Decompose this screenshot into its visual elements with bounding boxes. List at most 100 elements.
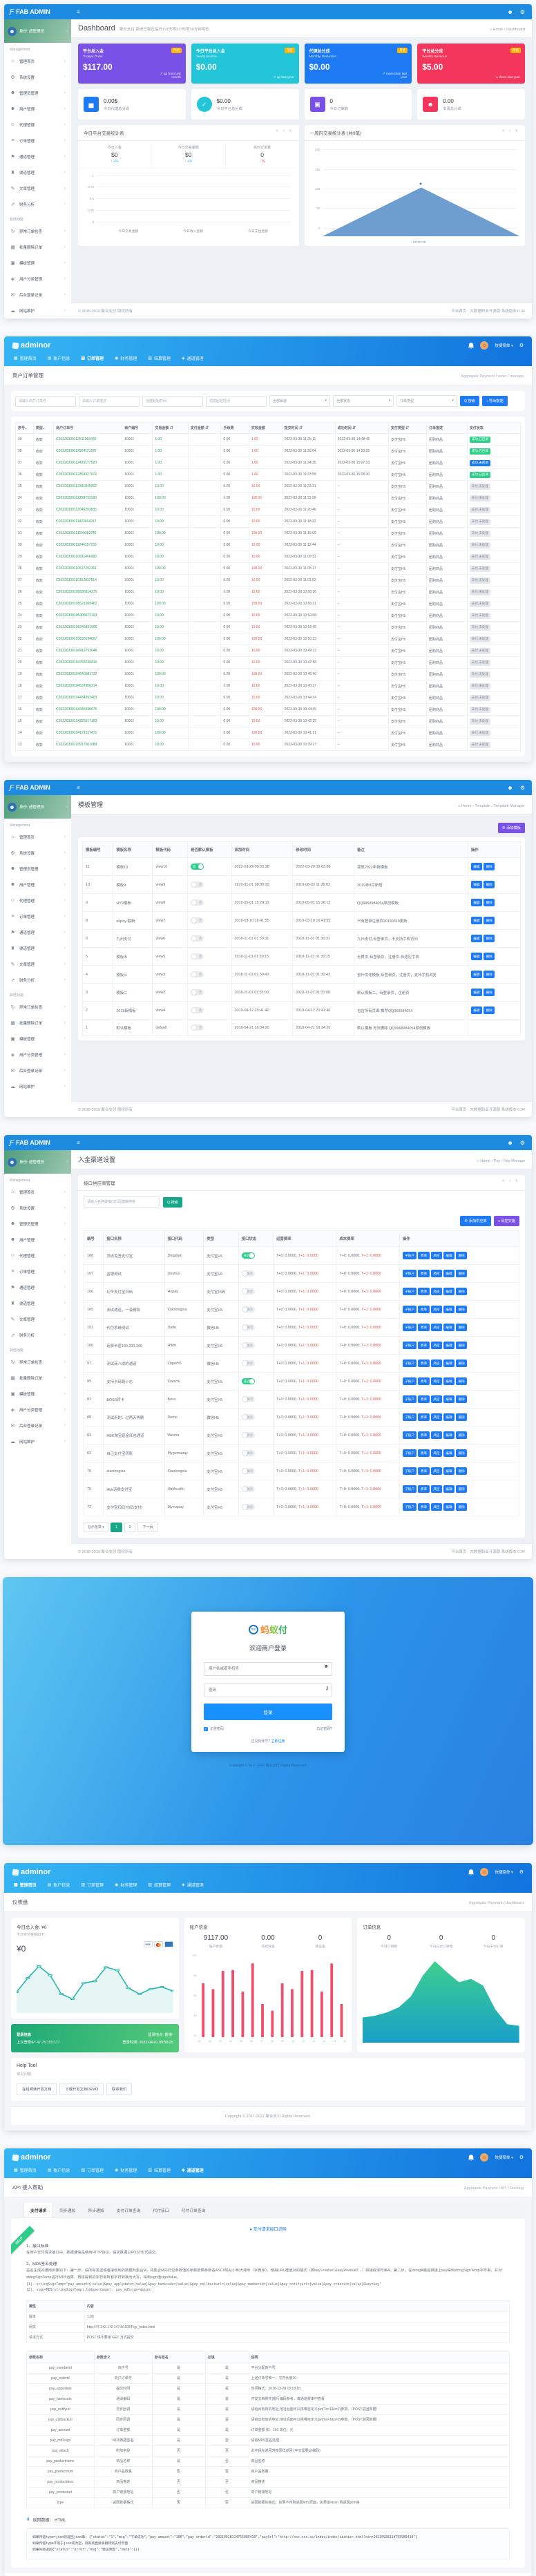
default-toggle[interactable]: 否 [191,1024,204,1031]
sidebar-item-渠道管理[interactable]: ♜渠道管理› [4,1295,71,1311]
default-toggle[interactable]: 否 [191,971,204,977]
nav-item-订单管理[interactable]: ▧订单管理 [81,355,104,361]
order-id[interactable]: C20220330110931466083 [54,551,122,563]
hamburger-icon[interactable]: ≡ [71,785,86,791]
sidebar-item-财务分析[interactable]: ⇗财务分析› [4,196,71,212]
bell-icon[interactable] [468,2155,474,2161]
sidebar-item-管理首页[interactable]: ⌂管理首页› [4,1184,71,1200]
panel-tools[interactable]: ✕ ˄ ✕ [502,1179,520,1186]
sidebar-item-管理首页[interactable]: ⌂管理首页› [4,53,71,69]
nav-item-结算管理[interactable]: ▥结算管理 [148,355,171,361]
status-toggle[interactable]: 关闭 [242,1324,255,1330]
default-toggle[interactable]: 否 [191,953,204,960]
edit-button[interactable]: 编辑 [471,953,482,960]
sidebar-item-代理管理[interactable]: ☺代理管理› [4,893,71,908]
status-toggle[interactable]: 关闭 [242,1342,255,1348]
order-id[interactable]: C20220330104121227471 [54,727,122,739]
action-button[interactable]: 子账户 [403,1431,417,1439]
panel-tools[interactable]: ✕ ˄ ✕ [276,129,294,136]
delete-button[interactable]: 删除 [456,1342,467,1349]
order-id[interactable]: C20220330104537906214 [54,680,122,692]
edit-button[interactable]: 编辑 [443,1377,454,1385]
sidebar-item-用户分类管理[interactable]: ◈用户分类管理› [4,271,71,287]
order-id[interactable]: C20220330105033194627 [54,633,122,645]
status-toggle[interactable]: 关闭 [242,1396,255,1402]
order-id[interactable]: C20220330104640581732 [54,669,122,680]
order-id[interactable]: C20220330112331845062 [54,481,122,493]
user-icon[interactable]: ☻ [507,1140,513,1146]
action-button[interactable]: 风控 [431,1324,442,1331]
action-button[interactable]: 子账户 [403,1449,417,1457]
nav-item-管理首页[interactable]: ▦管理首页 [14,355,37,361]
action-button[interactable]: 费率 [418,1252,429,1259]
status-toggle[interactable]: 开启 [242,1252,255,1259]
column-header[interactable]: 类型.. [33,423,53,434]
help-button[interactable]: 联系我们 [106,2083,132,2095]
sidebar-item-代理管理[interactable]: ☺代理管理› [4,1248,71,1263]
nav-item-通道管理[interactable]: ◈通道管理 [182,2167,204,2173]
column-header[interactable]: 手续费 [221,423,249,434]
status-toggle[interactable]: 关闭 [242,1306,255,1313]
order-id[interactable]: C20220330104912753048 [54,645,122,657]
sidebar-user-panel[interactable]: ☻身份: 超管理员› [4,1150,71,1174]
column-header[interactable]: 模板代码 [153,842,188,858]
nav-item-通道管理[interactable]: ◈通道管理 [182,355,204,361]
sidebar-item-系统设置[interactable]: ⚙系统设置› [4,69,71,85]
filter-select[interactable]: 订单类型▾ [396,395,457,407]
column-header[interactable]: 备注 [354,842,468,858]
edit-button[interactable]: 编辑 [443,1503,454,1511]
action-button[interactable]: 费率 [418,1503,429,1511]
gear-icon[interactable]: ⚙ [519,1869,524,1875]
order-id[interactable]: C20220330110517292361 [54,563,122,575]
sidebar-item-系统设置[interactable]: ⚙系统设置› [4,845,71,861]
action-button[interactable]: 费率 [418,1449,429,1457]
edit-button[interactable]: 编辑 [471,863,482,870]
sidebar-item-渠道管理[interactable]: ♜渠道管理› [4,940,71,956]
hamburger-icon[interactable]: ≡ [71,1140,86,1146]
action-button[interactable]: 子账户 [403,1359,417,1367]
order-id[interactable]: C20220330103917501089 [54,739,122,751]
action-button[interactable]: 费率 [418,1359,429,1367]
nav-item-财务管理[interactable]: ◉财务管理 [115,1882,137,1888]
action-button[interactable]: 费率 [418,1485,429,1493]
order-id[interactable]: C20220330105621308462 [54,598,122,610]
delete-button[interactable]: 删除 [456,1324,467,1331]
help-button[interactable]: 在线阅读开发文档 [17,2083,57,2095]
user-icon[interactable]: ☻ [507,9,513,15]
order-id[interactable]: C20220330104434953403 [54,692,122,704]
sidebar-item-模板管理[interactable]: ▣模板管理› [4,1031,71,1047]
search-button[interactable]: Q 搜索 [163,1197,182,1208]
order-id[interactable]: C20220330105836914275 [54,586,122,598]
status-toggle[interactable]: 关闭 [242,1504,255,1510]
sidebar-item-模板管理[interactable]: ▣模板管理› [4,255,71,271]
sidebar-item-订单管理[interactable]: ≡订单管理› [4,908,71,924]
action-button[interactable]: 风控 [431,1485,442,1493]
fab-logo[interactable]: ƑFAB ADMIN [4,8,71,16]
column-header[interactable]: 成本费率 [336,1231,399,1247]
delete-button[interactable]: 删除 [456,1503,467,1511]
action-button[interactable]: 风控 [431,1467,442,1475]
edit-button[interactable]: 编辑 [443,1431,454,1439]
column-header[interactable]: 商户订单号 [54,423,122,434]
action-button[interactable]: 风控 [431,1395,442,1403]
sidebar-item-后台登录记录[interactable]: ✉后台登录记录› [4,1062,71,1078]
edit-button[interactable]: 编辑 [471,899,482,906]
sidebar-item-异常订单检查[interactable]: ↻异常订单检查› [4,999,71,1015]
nav-item-账户信息[interactable]: ▤账户信息 [48,1882,70,1888]
sidebar-item-代理管理[interactable]: ☺代理管理› [4,117,71,133]
action-button[interactable]: 子账户 [403,1377,417,1385]
user-menu[interactable]: 快捷菜单 ▾ [495,343,513,348]
sidebar-item-用户分类管理[interactable]: ◈用户分类管理› [4,1402,71,1418]
sidebar-item-后台登录记录[interactable]: ✉后台登录记录› [4,287,71,303]
edit-button[interactable]: 编辑 [443,1485,454,1493]
action-button[interactable]: 风控 [431,1413,442,1421]
fab-logo[interactable]: ƑFAB ADMIN [4,784,71,792]
nav-item-订单管理[interactable]: ▧订单管理 [81,1882,104,1888]
sidebar-item-通道管理[interactable]: ⚑通道管理› [4,1279,71,1295]
gear-icon[interactable]: ⚙ [519,2155,524,2160]
sidebar-item-管理员管理[interactable]: ☻管理员管理› [4,85,71,101]
avatar[interactable]: ☺ [480,1868,488,1876]
edit-button[interactable]: 编辑 [471,917,482,924]
delete-button[interactable]: 删除 [456,1449,467,1457]
column-header[interactable]: 是否默认模板 [188,842,231,858]
